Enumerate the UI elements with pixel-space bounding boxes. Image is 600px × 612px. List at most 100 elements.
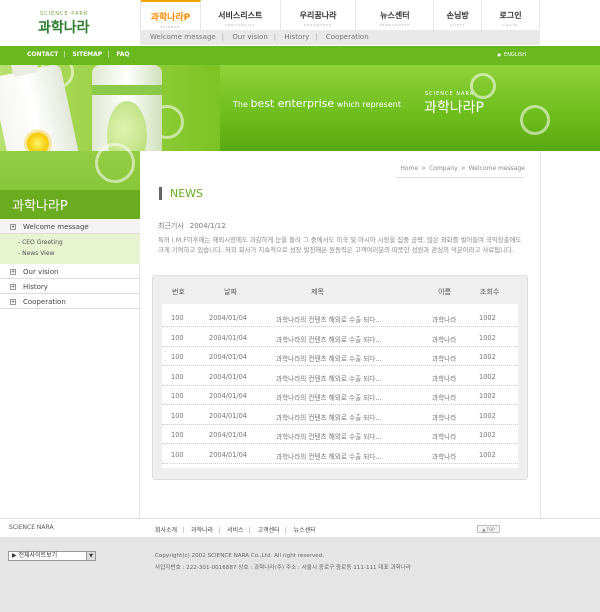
footer-separator: | xyxy=(284,527,287,534)
cell-no: 100 xyxy=(171,314,184,322)
gnb-sublabel: DREAMTREE xyxy=(304,23,332,27)
cell-title[interactable]: 과학나라의 컨텐츠 해외로 수출 되다... xyxy=(276,412,382,422)
footer-separator: | xyxy=(182,527,185,534)
sidebar-item-label: Cooperation xyxy=(23,298,66,306)
cell-title[interactable]: 과학나라의 컨텐츠 해외로 수출 되다... xyxy=(276,373,382,383)
chevron-right-icon: > xyxy=(460,165,466,172)
cell-title[interactable]: 과학나라의 컨텐츠 해외로 수출 되다... xyxy=(276,334,382,344)
subnav-vision[interactable]: Our vision xyxy=(232,33,267,41)
footer-link-news[interactable]: 뉴스센터 xyxy=(294,527,316,534)
sidebar-subitem-news[interactable]: News View xyxy=(0,249,140,260)
back-to-top-button[interactable]: ▲ TOP xyxy=(477,525,500,533)
site-logo[interactable]: SCIENCE PARK 과학나라 xyxy=(0,0,140,46)
sidebar-item-cooperation[interactable]: + Cooperation xyxy=(0,294,140,309)
sidebar-title-text: 과학나라P xyxy=(12,199,68,214)
footer-link-about[interactable]: 회사소개 xyxy=(155,527,177,534)
utility-bar: CONTACT | SITEMAP | FAQ ENGLISH xyxy=(0,46,600,65)
cell-no: 100 xyxy=(171,411,184,420)
header: SCIENCE PARK 과학나라 과학나라P SCIENCE 서비스리스트 S… xyxy=(0,0,600,46)
collapse-icon: + xyxy=(10,224,16,230)
table-header-date: 날짜 xyxy=(224,288,237,296)
sidebar-submenu: CEO Greeting News View xyxy=(0,234,140,264)
flower-decoration-icon xyxy=(95,143,135,183)
table-row[interactable]: 100 2004/01/04 과학나라의 컨텐츠 해외로 수출 되다... 과학나라 1… xyxy=(162,445,518,464)
cell-title[interactable]: 과학나라의 컨텐츠 해외로 수출 되다... xyxy=(276,353,382,363)
gnb-label: 로그인 xyxy=(499,11,522,20)
company-address: 사업자번호 : 222-301-0016887 상호 : 과학나라(주) 주소 … xyxy=(155,565,412,571)
sidebar: 과학나라P + Welcome message CEO Greeting News… xyxy=(0,143,140,518)
footer-link-support[interactable]: 고객센터 xyxy=(258,527,280,534)
table-header-title: 제목 xyxy=(311,288,324,296)
gnb-sublabel: SCIENCE xyxy=(160,25,181,29)
cell-title[interactable]: 과학나라의 컨텐츠 해외로 수출 되다... xyxy=(276,392,382,402)
cell-date: 2004/01/04 xyxy=(209,314,248,322)
footer-link-science[interactable]: 과학나라 xyxy=(191,527,213,534)
global-nav: 과학나라P SCIENCE 서비스리스트 SERVICELIST 우리꿈나라 D… xyxy=(140,0,540,30)
cell-name: 과학나라 xyxy=(432,355,457,363)
right-margin xyxy=(540,151,600,518)
sidebar-item-vision[interactable]: + Our vision xyxy=(0,264,140,279)
utility-separator: | xyxy=(63,51,66,58)
gnb-item-dreamtree[interactable]: 우리꿈나라 DREAMTREE xyxy=(281,0,357,30)
table-row[interactable]: 100 2004/01/04 과학나라의 컨텐츠 해외로 수출 되다... 과학나라 1… xyxy=(162,367,518,386)
sidebar-item-label: Our vision xyxy=(23,268,59,276)
gnb-item-login[interactable]: 로그인 LOGIN xyxy=(482,0,540,30)
english-link[interactable]: ENGLISH xyxy=(498,52,526,58)
dropdown-arrow-icon: ▼ xyxy=(86,552,95,560)
sidebar-item-label: History xyxy=(23,283,48,291)
slogan-emphasis: best enterprise xyxy=(250,97,335,110)
main-banner: The best enterprise which represent SCIE… xyxy=(0,65,600,151)
utility-separator: | xyxy=(107,51,110,58)
news-date-label: 최근기사 xyxy=(158,222,184,230)
flower-decoration-icon xyxy=(520,105,550,135)
contact-link[interactable]: CONTACT xyxy=(27,51,58,58)
table-row[interactable]: 100 2004/01/04 과학나라의 컨텐츠 해외로 수출 되다... 과학나라 1… xyxy=(162,328,518,347)
sidebar-item-history[interactable]: + History xyxy=(0,279,140,294)
table-row[interactable]: 100 2004/01/04 과학나라의 컨텐츠 해외로 수출 되다... 과학나라 1… xyxy=(162,386,518,405)
cell-title[interactable]: 과학나라의 컨텐츠 해외로 수출 되다... xyxy=(276,431,382,441)
table-body: 100 2004/01/04 과학나라의 컨텐츠 해외로 수출 되다... 과학나라 1… xyxy=(162,304,518,468)
gnb-item-science[interactable]: 과학나라P SCIENCE xyxy=(141,0,201,30)
cell-name: 과학나라 xyxy=(432,452,457,461)
sidebar-item-welcome[interactable]: + Welcome message xyxy=(0,219,140,234)
cell-title[interactable]: 과학나라의 컨텐츠 해외로 수출 되다... xyxy=(276,314,382,324)
cell-date: 2004/01/04 xyxy=(209,372,248,381)
cell-views: 1002 xyxy=(479,392,496,400)
footer-info: ▶ 전체사이트보기 ▼ Copyright(c) 2002 SCIENCE NA… xyxy=(0,538,600,612)
cell-date: 2004/01/04 xyxy=(209,431,248,439)
sidebar-subitem-ceo[interactable]: CEO Greeting xyxy=(0,238,140,249)
gnb-item-newscenter[interactable]: 뉴스센터 NEWSCENTER xyxy=(356,0,435,30)
cell-title[interactable]: 과학나라의 컨텐츠 해외로 수출 되다... xyxy=(276,451,382,461)
table-row[interactable]: 100 2004/01/04 과학나라의 컨텐츠 해외로 수출 되다... 과학나라 1… xyxy=(162,425,518,444)
subnav-welcome[interactable]: Welcome message xyxy=(150,33,216,41)
slogan-pre: The xyxy=(233,100,248,109)
table-row[interactable]: 100 2004/01/04 과학나라의 컨텐츠 해외로 수출 되다... 과학나라 1… xyxy=(162,308,518,327)
chevron-right-icon: > xyxy=(421,165,427,172)
footer-link-service[interactable]: 서비스 xyxy=(227,527,244,534)
cell-date: 2004/01/04 xyxy=(209,333,248,342)
table-row[interactable]: 100 2004/01/04 과학나라의 컨텐츠 해외로 수출 되다... 과학나라 1… xyxy=(162,347,518,366)
sub-nav: Welcome message | Our vision | History | Co… xyxy=(140,30,540,45)
breadcrumb: Home > Company > Welcome message xyxy=(400,165,525,172)
breadcrumb-company[interactable]: Company xyxy=(429,165,458,172)
gnb-item-servicelist[interactable]: 서비스리스트 SERVICELIST xyxy=(201,0,281,30)
site-select-dropdown[interactable]: ▶ 전체사이트보기 ▼ xyxy=(8,551,96,561)
sitemap-link[interactable]: SITEMAP xyxy=(72,51,102,58)
table-header-views: 조회수 xyxy=(480,288,500,296)
cell-views: 1002 xyxy=(479,372,496,381)
copyright: Copyright(c) 2002 SCIENCE NARA Co.,Ltd. … xyxy=(155,553,325,559)
breadcrumb-current: Welcome message xyxy=(468,165,525,172)
bottle-image xyxy=(0,65,89,151)
cell-views: 1002 xyxy=(479,450,496,459)
expand-icon: + xyxy=(10,284,16,290)
breadcrumb-home[interactable]: Home xyxy=(400,165,418,172)
subnav-history[interactable]: History xyxy=(284,33,309,41)
sidebar-header: 과학나라P xyxy=(0,143,140,219)
table-header-name: 이름 xyxy=(438,288,451,296)
faq-link[interactable]: FAQ xyxy=(116,51,129,58)
main-content: Home > Company > Welcome message NEWS 최근기사 20… xyxy=(141,151,540,518)
subnav-cooperation[interactable]: Cooperation xyxy=(326,33,369,41)
table-row[interactable]: 100 2004/01/04 과학나라의 컨텐츠 해외로 수출 되다... 과학나라 1… xyxy=(162,406,518,425)
gnb-item-guest[interactable]: 손님방 GUEST xyxy=(434,0,483,30)
gnb-sublabel: NEWSCENTER xyxy=(379,23,411,27)
